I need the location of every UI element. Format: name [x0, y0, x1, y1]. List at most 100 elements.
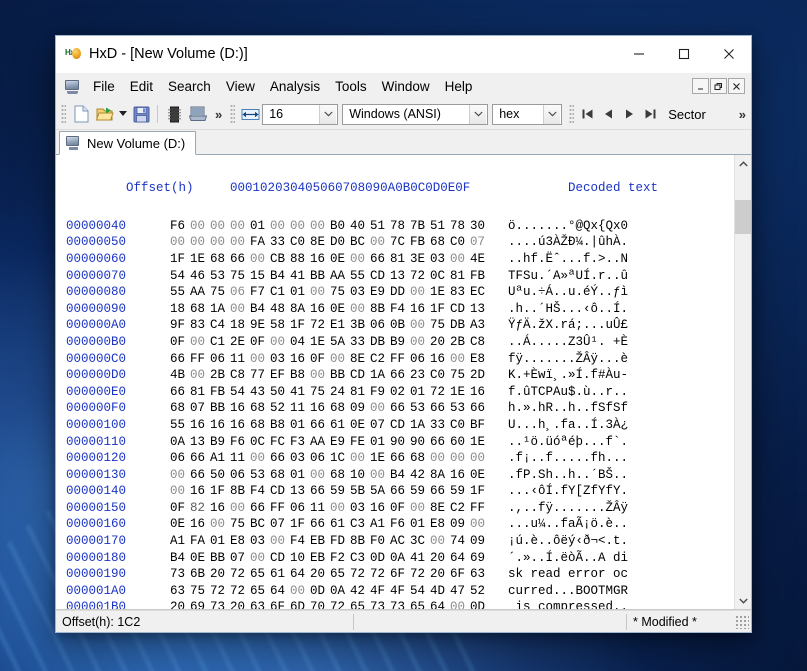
hex-byte[interactable]: 0E	[330, 301, 350, 318]
hex-byte[interactable]: 16	[190, 516, 210, 533]
hex-byte[interactable]: 66	[370, 251, 390, 268]
hex-byte[interactable]: 03	[350, 284, 370, 301]
hex-byte[interactable]: 66	[430, 483, 450, 500]
hex-byte[interactable]: 4D	[430, 583, 450, 600]
hex-byte[interactable]: 00	[410, 317, 430, 334]
hex-byte[interactable]: 04	[290, 334, 310, 351]
hex-byte[interactable]: 52	[470, 583, 490, 600]
hex-byte[interactable]: 72	[310, 317, 330, 334]
row-bytes[interactable]: 00 66 50 06 53 68 01 00 68 10 00 B4 42 8A 16 0E	[170, 467, 496, 484]
hex-byte[interactable]: 16	[210, 417, 230, 434]
hex-row[interactable]: 00000060 1F 1E 68 66 00 CB 88 16 0E 00 66 81 3E 03 00 4E…	[66, 251, 734, 268]
hex-byte[interactable]: 00	[310, 367, 330, 384]
hex-byte[interactable]: 3E	[410, 251, 430, 268]
hex-byte[interactable]: 07	[230, 550, 250, 567]
hex-byte[interactable]: 6F	[390, 566, 410, 583]
hex-byte[interactable]: 6F	[270, 599, 290, 609]
row-decoded-text[interactable]: ..¹ö.üóªéþ...f`.	[496, 434, 628, 451]
hex-byte[interactable]: 2D	[470, 367, 490, 384]
hex-pane[interactable]: Offset(h) 000102030405060708090A0B0C0D0E0…	[56, 155, 734, 609]
hex-byte[interactable]: 7B	[410, 218, 430, 235]
hex-byte[interactable]: 5A	[330, 334, 350, 351]
menu-item-search[interactable]: Search	[161, 76, 218, 97]
hex-byte[interactable]: 00	[230, 301, 250, 318]
hex-byte[interactable]: 00	[470, 516, 490, 533]
hex-byte[interactable]: 00	[410, 334, 430, 351]
vertical-scrollbar[interactable]	[734, 155, 751, 609]
menu-item-view[interactable]: View	[219, 76, 262, 97]
row-decoded-text[interactable]: TFSu.´A»ªUÍ.r..û	[496, 268, 628, 285]
hex-row[interactable]: 00000080 55 AA 75 06 F7 C1 01 00 75 03 E9 DD 00 1E 83 EC…	[66, 284, 734, 301]
hex-byte[interactable]: EB	[310, 550, 330, 567]
hex-byte[interactable]: 78	[450, 218, 470, 235]
hex-byte[interactable]: 00	[450, 251, 470, 268]
mdi-minimize-icon[interactable]	[692, 78, 709, 94]
hex-byte[interactable]: 66	[390, 483, 410, 500]
hex-byte[interactable]: 68	[430, 234, 450, 251]
hex-byte[interactable]: BB	[210, 550, 230, 567]
hex-byte[interactable]: 0C	[430, 268, 450, 285]
hex-byte[interactable]: B9	[390, 334, 410, 351]
hex-byte[interactable]: 0E	[170, 516, 190, 533]
hex-byte[interactable]: C1	[270, 284, 290, 301]
open-file-icon[interactable]	[93, 102, 117, 126]
hex-byte[interactable]: 68	[170, 400, 190, 417]
hex-byte[interactable]: 07	[190, 400, 210, 417]
hex-byte[interactable]: 0D	[370, 550, 390, 567]
hex-byte[interactable]: BB	[310, 268, 330, 285]
row-bytes[interactable]: 00 00 00 00 FA 33 C0 8E D0 BC 00 7C FB 68 C0 07	[170, 234, 496, 251]
hex-byte[interactable]: 55	[170, 284, 190, 301]
hex-byte[interactable]: 46	[190, 268, 210, 285]
row-decoded-text[interactable]: .f¡..f.....fh...	[496, 450, 628, 467]
hex-byte[interactable]: C8	[470, 334, 490, 351]
hex-byte[interactable]: 1A	[370, 367, 390, 384]
hex-byte[interactable]: E1	[330, 317, 350, 334]
hex-byte[interactable]: 51	[370, 218, 390, 235]
hex-byte[interactable]: 65	[250, 566, 270, 583]
row-bytes[interactable]: 1F 1E 68 66 00 CB 88 16 0E 00 66 81 3E 03 00 4E	[170, 251, 496, 268]
hex-byte[interactable]: 00	[410, 284, 430, 301]
hex-byte[interactable]: 53	[410, 400, 430, 417]
row-bytes[interactable]: 0E 16 00 75 BC 07 1F 66 61 C3 A1 F6 01 E8 09 00	[170, 516, 496, 533]
hex-byte[interactable]: E9	[370, 284, 390, 301]
hex-byte[interactable]: B4	[250, 301, 270, 318]
hex-row[interactable]: 00000040 F6 00 00 00 01 00 00 00 B0 40 51 78 7B 51 78 30…	[66, 218, 734, 235]
hex-byte[interactable]: 03	[250, 533, 270, 550]
hex-byte[interactable]: 13	[190, 434, 210, 451]
hex-byte[interactable]: 0F	[390, 500, 410, 517]
hex-byte[interactable]: 13	[290, 483, 310, 500]
hex-row[interactable]: 00000190 73 6B 20 72 65 61 64 20 65 72 72 6F 72 20 6F 63…	[66, 566, 734, 583]
hex-byte[interactable]: F2	[330, 550, 350, 567]
hex-byte[interactable]: 4F	[370, 583, 390, 600]
hex-byte[interactable]: 06	[230, 467, 250, 484]
hex-byte[interactable]: 5B	[350, 483, 370, 500]
menu-item-edit[interactable]: Edit	[123, 76, 160, 97]
hex-byte[interactable]: 13	[390, 268, 410, 285]
hex-byte[interactable]: 61	[330, 417, 350, 434]
hex-byte[interactable]: 73	[390, 599, 410, 609]
hex-row[interactable]: 00000180 B4 0E BB 07 00 CD 10 EB F2 C3 0D 0A 41 20 64 69…	[66, 550, 734, 567]
menu-item-tools[interactable]: Tools	[328, 76, 374, 97]
hex-byte[interactable]: 0A	[330, 583, 350, 600]
hex-row[interactable]: 00000160 0E 16 00 75 BC 07 1F 66 61 C3 A1 F6 01 E8 09 00…	[66, 516, 734, 533]
hex-byte[interactable]: EB	[310, 533, 330, 550]
hex-byte[interactable]: 1E	[470, 434, 490, 451]
hex-row[interactable]: 00000130 00 66 50 06 53 68 01 00 68 10 00 B4 42 8A 16 0E…	[66, 467, 734, 484]
hex-byte[interactable]: 1E	[450, 384, 470, 401]
hex-byte[interactable]: 00	[190, 218, 210, 235]
save-icon[interactable]	[129, 102, 153, 126]
row-bytes[interactable]: 0A 13 B9 F6 0C FC F3 AA E9 FE 01 90 90 66 60 1E	[170, 434, 496, 451]
hex-byte[interactable]: 68	[250, 417, 270, 434]
hex-byte[interactable]: 16	[450, 467, 470, 484]
hex-byte[interactable]: E8	[430, 516, 450, 533]
hex-byte[interactable]: 2B	[210, 367, 230, 384]
menu-item-analysis[interactable]: Analysis	[263, 76, 327, 97]
row-bytes[interactable]: 20 69 73 20 63 6F 6D 70 72 65 73 73 65 64 00 0D	[170, 599, 496, 609]
hex-byte[interactable]: FF	[390, 351, 410, 368]
row-bytes[interactable]: B4 0E BB 07 00 CD 10 EB F2 C3 0D 0A 41 20 64 69	[170, 550, 496, 567]
minimize-icon[interactable]	[616, 36, 661, 73]
hex-byte[interactable]: 75	[230, 516, 250, 533]
hex-byte[interactable]: 68	[410, 450, 430, 467]
hex-byte[interactable]: BB	[210, 400, 230, 417]
hex-row[interactable]: 000001A0 63 75 72 72 65 64 00 0D 0A 42 4F 4F 54 4D 47 52…	[66, 583, 734, 600]
